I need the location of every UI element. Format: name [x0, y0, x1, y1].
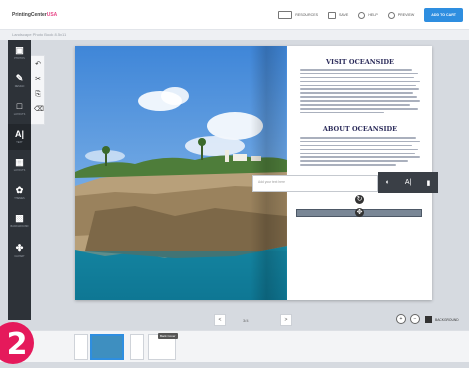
zoom-controls: + − [396, 314, 420, 324]
help-icon [358, 11, 366, 19]
text-icon: A| [14, 129, 25, 139]
sub-bar: Landscape Photo Book 8.5x11 [0, 30, 469, 40]
save-icon [328, 11, 336, 19]
move-handle-icon[interactable]: ✥ [355, 208, 364, 217]
layout-icon: □ [16, 101, 23, 111]
thumbnail-page[interactable] [130, 334, 144, 360]
sidebar-item-themes[interactable]: ✿ THEMES [8, 180, 31, 206]
save-button[interactable]: SAVE [328, 11, 348, 19]
edit-toolbar: ↶ ✂ ⎘ ⌫ [31, 55, 45, 125]
page-number: 3/4 [243, 318, 249, 323]
sidebar-item-text[interactable]: A| TEXT [8, 124, 31, 150]
caption-toolbar: ◐ A| ▮ [378, 172, 438, 193]
sidebar-item-layouts[interactable]: □ LAYOUTS [8, 96, 31, 122]
thumbnail-page[interactable] [74, 334, 88, 360]
book-icon [278, 11, 293, 19]
background-swatch-icon [425, 316, 432, 323]
paint-brush-icon: ✎ [15, 73, 24, 83]
caption-input[interactable]: Add your text here [252, 175, 378, 192]
book-spine-shadow [250, 46, 286, 300]
align-icon[interactable]: ▮ [427, 179, 431, 187]
palette-icon: ✿ [15, 185, 24, 195]
page-thumbnails [0, 330, 469, 362]
logo[interactable]: PrintingCenterUSA [12, 12, 57, 18]
zoom-in-icon[interactable]: + [396, 314, 406, 324]
cut-icon[interactable]: ✂ [34, 76, 42, 84]
rotate-icon[interactable]: ↻ [355, 195, 364, 204]
heading-about[interactable]: ABOUT OCEANSIDE [289, 125, 431, 133]
delete-icon[interactable]: ⌫ [34, 106, 44, 114]
thumbnail-selected[interactable] [90, 334, 124, 360]
sidebar: ▣ PHOTOS ✎ DESIGN □ LAYOUTS A| TEXT ▦ LAYOUTS… [8, 40, 31, 320]
undo-icon[interactable]: ↶ [34, 61, 42, 69]
sidebar-item-design[interactable]: ✎ DESIGN [8, 68, 31, 94]
sidebar-item-photos[interactable]: ▣ PHOTOS [8, 40, 31, 66]
grid-icon: ▦ [15, 157, 24, 167]
next-page-button[interactable]: > [280, 314, 292, 326]
paragraph-1[interactable] [300, 69, 420, 116]
color-icon[interactable]: ◐ [386, 179, 390, 186]
help-button[interactable]: HELP [358, 11, 378, 19]
copy-icon[interactable]: ⎘ [34, 91, 42, 99]
heading-visit[interactable]: VISIT OCEANSIDE [289, 58, 431, 66]
zoom-out-icon[interactable]: − [410, 314, 420, 324]
background-icon: ▩ [15, 213, 24, 223]
sidebar-item-clipart[interactable]: ✤ CLIPART [8, 238, 31, 264]
resources-button[interactable]: RESOURCES [278, 11, 318, 19]
background-button[interactable]: BACKGROUND [425, 316, 459, 323]
cover-tag: Back Cover [158, 333, 178, 339]
eye-icon [387, 11, 395, 19]
top-bar: PrintingCenterUSA RESOURCES SAVE HELP PR… [0, 0, 469, 30]
clipart-icon: ✤ [15, 243, 24, 253]
font-icon[interactable]: A| [405, 179, 412, 186]
sidebar-item-grid[interactable]: ▦ LAYOUTS [8, 152, 31, 178]
sidebar-item-background[interactable]: ▩ BACKGROUND [8, 208, 31, 234]
image-icon: ▣ [15, 45, 24, 55]
top-actions: RESOURCES SAVE HELP PREVIEW ADD TO CART [278, 0, 469, 30]
prev-page-button[interactable]: < [214, 314, 226, 326]
project-title[interactable]: Landscape Photo Book 8.5x11 [12, 32, 66, 37]
page-navigation: < 3/4 > + − BACKGROUND [0, 310, 469, 330]
paragraph-2[interactable] [300, 137, 420, 168]
add-to-cart-button[interactable]: ADD TO CART [424, 8, 463, 22]
preview-button[interactable]: PREVIEW [387, 11, 414, 19]
